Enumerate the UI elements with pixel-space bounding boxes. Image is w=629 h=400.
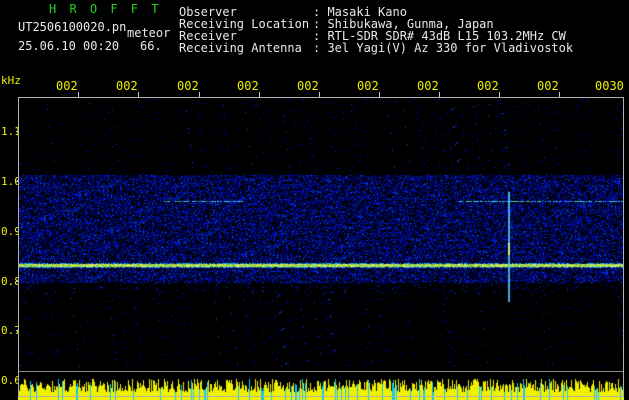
unit-label: kHz bbox=[1, 74, 21, 87]
time-label: 002 bbox=[537, 79, 559, 93]
spectrogram bbox=[18, 97, 624, 367]
time-label: 0030 bbox=[595, 79, 624, 93]
time-label: 002 bbox=[357, 79, 379, 93]
antenna-value: : 3el Yagi(V) Az 330 for Vladivostok bbox=[313, 41, 574, 55]
time-label: 002 bbox=[177, 79, 199, 93]
date-time: 25.06.10 00:20 bbox=[18, 39, 120, 53]
time-label: 002 bbox=[56, 79, 78, 93]
frame-counter: 66. bbox=[140, 39, 162, 53]
mode-label: meteor bbox=[127, 26, 171, 40]
time-label: 002 bbox=[297, 79, 319, 93]
time-label: 002 bbox=[116, 79, 138, 93]
time-label: 002 bbox=[477, 79, 499, 93]
level-baseline bbox=[18, 371, 624, 372]
time-label: 002 bbox=[417, 79, 439, 93]
signal-level-bars bbox=[18, 376, 624, 400]
time-label: 002 bbox=[237, 79, 259, 93]
antenna-label: Receiving Antenna bbox=[179, 41, 302, 55]
program-title: H R O F F T bbox=[49, 2, 162, 16]
file-name: UT2506100020.pn bbox=[18, 20, 127, 34]
